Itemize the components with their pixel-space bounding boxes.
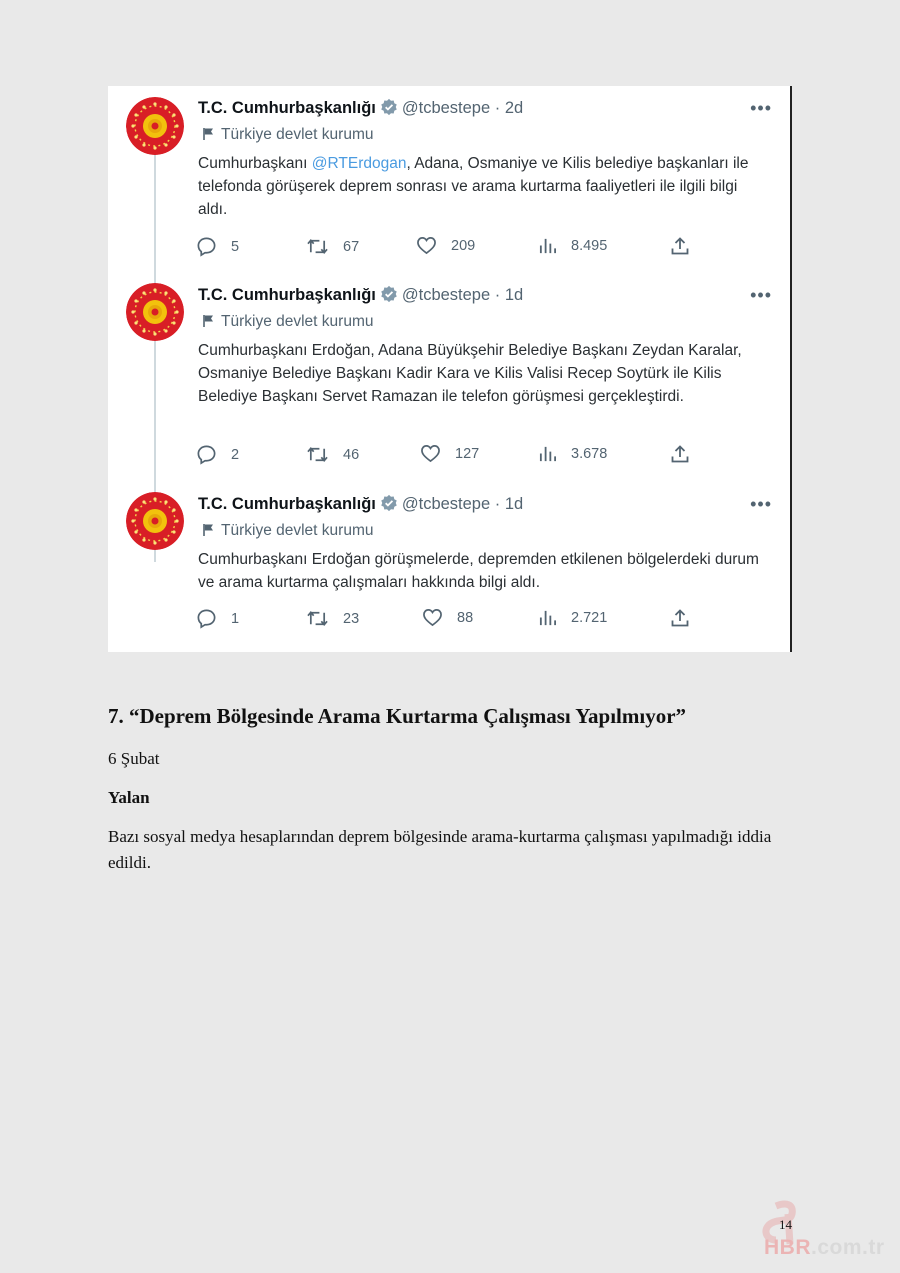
account-label: Türkiye devlet kurumu [202,313,373,331]
like-icon [423,609,442,627]
verified-badge-icon [381,98,397,116]
account-handle[interactable]: @tcbestepe [402,495,490,513]
reply-count: 1 [231,610,240,627]
account-name[interactable]: T.C. Cumhurbaşkanlığı [198,99,376,117]
share-button[interactable] [670,236,704,256]
watermark-text: HBR.com.tr [764,1236,885,1260]
account-label-text: Türkiye devlet kurumu [221,522,374,539]
tweet-header: T.C. Cumhurbaşkanlığı @tcbestepe · 1d [198,494,523,514]
more-options-icon[interactable]: ••• [750,98,772,119]
tweet-text: Cumhurbaşkanı @RTErdogan, Adana, Osmaniy… [198,152,768,221]
retweet-icon [307,446,328,463]
tweet-3[interactable]: T.C. Cumhurbaşkanlığı @tcbestepe · 1d •••… [108,482,790,652]
reply-icon [197,237,216,257]
section-date: 6 Şubat [108,749,160,768]
views-icon [539,446,557,462]
tweet-text: Cumhurbaşkanı Erdoğan, Adana Büyükşehir … [198,342,742,405]
tweet-age[interactable]: 1d [505,286,523,304]
watermark-domain: .com.tr [811,1236,885,1259]
retweet-icon [307,610,328,627]
share-icon [671,237,689,255]
like-icon [417,237,436,255]
like-count: 127 [455,445,480,462]
share-icon [671,445,689,463]
account-handle[interactable]: @tcbestepe [402,286,490,304]
tweet-age[interactable]: 2d [505,99,523,117]
avatar-emblem-icon[interactable] [126,492,184,550]
views-icon [539,238,557,254]
reply-count: 2 [231,446,240,463]
retweet-button[interactable]: 67 [306,236,359,257]
flag-icon [203,315,213,327]
views-button[interactable]: 2.721 [538,608,607,627]
verified-badge-icon [381,494,397,512]
tweet-2[interactable]: T.C. Cumhurbaşkanlığı @tcbestepe · 1d •••… [108,273,790,483]
tweet-age[interactable]: 1d [505,495,523,513]
more-options-icon[interactable]: ••• [750,494,772,515]
mention-link[interactable]: @RTErdogan [312,155,407,172]
tweet-actions: 1 23 88 2.721 [196,608,696,632]
like-button[interactable]: 209 [416,236,475,255]
account-label: Türkiye devlet kurumu [202,522,373,540]
separator-dot: · [494,99,501,117]
views-count: 2.721 [571,609,608,626]
like-button[interactable]: 88 [422,608,473,627]
like-count: 88 [457,609,474,626]
watermark-brand: HBR [764,1236,811,1259]
avatar-emblem-icon[interactable] [126,97,184,155]
tweet-text: Cumhurbaşkanı Erdoğan görüşmelerde, depr… [198,551,759,591]
flag-icon [203,524,213,536]
tweet-actions: 2 46 127 3.678 [196,444,696,468]
views-button[interactable]: 8.495 [538,236,607,255]
flag-icon [203,128,213,140]
share-icon [671,609,689,627]
page-number: 14 [779,1217,792,1232]
retweet-button[interactable]: 23 [306,608,359,629]
tweet-actions: 5 67 209 8.495 [196,236,696,260]
section-paragraph: Bazı sosyal medya hesaplarından deprem b… [108,827,772,872]
like-button[interactable]: 127 [420,444,479,463]
tweet-thread-screenshot: T.C. Cumhurbaşkanlığı @tcbestepe · 2d •••… [108,86,792,652]
tweet-header: T.C. Cumhurbaşkanlığı @tcbestepe · 2d [198,98,523,118]
tweet-header: T.C. Cumhurbaşkanlığı @tcbestepe · 1d [198,285,523,305]
reply-button[interactable]: 5 [196,236,239,257]
retweet-button[interactable]: 46 [306,444,359,465]
share-button[interactable] [670,608,704,628]
avatar-emblem-icon[interactable] [126,283,184,341]
views-count: 3.678 [571,445,608,462]
retweet-count: 67 [343,238,360,255]
account-label-text: Türkiye devlet kurumu [221,313,374,330]
views-button[interactable]: 3.678 [538,444,607,463]
account-label: Türkiye devlet kurumu [202,126,373,144]
account-name[interactable]: T.C. Cumhurbaşkanlığı [198,286,376,304]
section-heading: 7. “Deprem Bölgesinde Arama Kurtarma Çal… [108,704,687,728]
retweet-count: 23 [343,610,360,627]
tweet-1[interactable]: T.C. Cumhurbaşkanlığı @tcbestepe · 2d •••… [108,86,790,272]
reply-icon [197,609,216,629]
account-handle[interactable]: @tcbestepe [402,99,490,117]
more-options-icon[interactable]: ••• [750,285,772,306]
account-name[interactable]: T.C. Cumhurbaşkanlığı [198,495,376,513]
account-label-text: Türkiye devlet kurumu [221,126,374,143]
like-icon [421,445,440,463]
views-icon [539,610,557,626]
share-button[interactable] [670,444,704,464]
like-count: 209 [451,237,476,254]
separator-dot: · [494,286,501,304]
reply-count: 5 [231,238,240,255]
retweet-count: 46 [343,446,360,463]
reply-button[interactable]: 2 [196,444,239,465]
reply-icon [197,445,216,465]
verified-badge-icon [381,285,397,303]
reply-button[interactable]: 1 [196,608,239,629]
tweet-text-part: Cumhurbaşkanı [198,155,312,172]
views-count: 8.495 [571,237,608,254]
separator-dot: · [494,495,501,513]
verdict-label: Yalan [108,788,150,807]
retweet-icon [307,238,328,255]
